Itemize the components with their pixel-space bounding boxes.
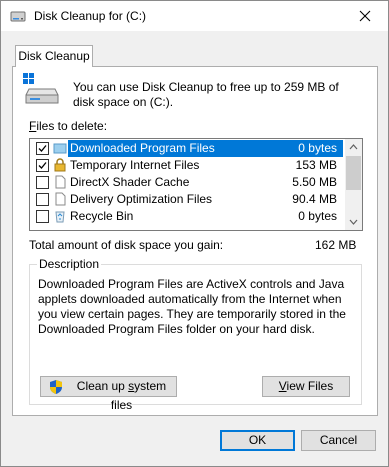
checkbox-delivery-optimization-files[interactable] [36,193,49,206]
chevron-up-icon [349,144,358,150]
window-title: Disk Cleanup for (C:) [34,9,147,23]
list-item-directx-shader-cache[interactable]: DirectX Shader Cache 5.50 MB [30,174,343,191]
scroll-down-button[interactable] [345,214,362,230]
close-button[interactable] [342,1,388,31]
list-item-size: 0 bytes [298,209,337,223]
files-to-delete-label: Files to delete: [29,119,107,133]
list-item-size: 5.50 MB [292,175,337,189]
list-item-name: Temporary Internet Files [70,158,200,172]
checkbox-directx-shader-cache[interactable] [36,176,49,189]
title-bar[interactable]: Disk Cleanup for (C:) [1,1,388,31]
view-files-access-key: V [278,379,287,393]
list-item-name: DirectX Shader Cache [70,175,190,189]
description-text: Downloaded Program Files are ActiveX con… [38,277,346,336]
disk-cleanup-icon [10,11,26,22]
view-files-label-rest: iew Files [286,379,334,393]
list-item-delivery-optimization-files[interactable]: Delivery Optimization Files 90.4 MB [30,191,343,208]
list-item-size: 153 MB [295,158,337,172]
list-item-recycle-bin[interactable]: Recycle Bin 0 bytes [30,208,343,225]
description-legend: Description [37,257,102,271]
cleanup-label-prefix: Clean up [76,379,129,393]
list-item-temporary-internet-files[interactable]: Temporary Internet Files 153 MB [30,157,343,174]
list-item-size: 90.4 MB [292,192,337,206]
list-item-name: Recycle Bin [70,209,134,223]
total-gain-value: 162 MB [315,238,357,252]
ok-button[interactable]: OK [220,430,295,451]
intro-text: You can use Disk Cleanup to free up to 2… [73,80,339,109]
files-list[interactable]: Downloaded Program Files 0 bytes Tempora… [29,138,363,231]
checkbox-temporary-internet-files[interactable] [36,159,49,172]
view-files-button[interactable]: View Files [262,376,350,397]
chevron-down-icon [349,219,358,225]
close-icon [359,10,371,22]
lock-icon [54,158,66,172]
list-item-size: 0 bytes [298,141,337,155]
checkmark-icon [38,162,47,169]
scroll-thumb[interactable] [346,156,361,190]
tab-disk-cleanup[interactable]: Disk Cleanup [15,45,93,67]
disk-cleanup-window: Disk Cleanup for (C:) Disk Cleanup You c… [0,0,389,467]
uac-shield-icon [50,380,62,394]
file-icon [55,192,66,206]
files-label-text: iles to delete: [36,119,108,133]
checkmark-icon [38,145,47,152]
drive-icon [23,73,59,104]
list-scrollbar[interactable] [345,139,362,230]
list-item-name: Delivery Optimization Files [70,192,213,206]
recycle-bin-icon [55,211,65,223]
checkbox-recycle-bin[interactable] [36,210,49,223]
list-item-name: Downloaded Program Files [70,141,215,155]
list-item-downloaded-program-files[interactable]: Downloaded Program Files 0 bytes [30,140,343,157]
checkbox-downloaded-program-files[interactable] [36,142,49,155]
total-gain-label: Total amount of disk space you gain: [29,238,224,252]
cancel-button[interactable]: Cancel [301,430,376,451]
tab-strip: Disk Cleanup [1,31,388,67]
folder-icon [53,143,67,154]
scroll-up-button[interactable] [345,139,362,155]
file-icon [55,175,66,189]
clean-up-system-files-button[interactable]: Clean up system files [40,376,177,412]
